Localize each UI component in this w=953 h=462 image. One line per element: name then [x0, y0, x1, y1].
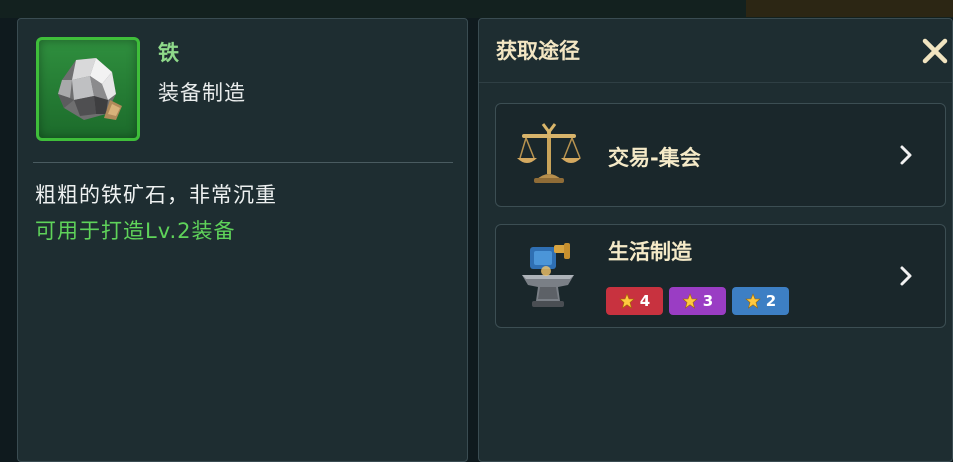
- item-name: 铁: [158, 41, 179, 65]
- badge-count: 4: [639, 292, 651, 310]
- iron-ore-icon: [58, 58, 122, 120]
- panel-title: 获取途径: [496, 39, 580, 63]
- star-icon: [681, 293, 698, 309]
- anvil-icon: [522, 243, 574, 307]
- source-label: 交易-集会: [608, 146, 701, 170]
- scales-icon: [517, 123, 581, 183]
- chevron-right-icon: [900, 266, 912, 286]
- badge-count: 2: [765, 292, 777, 310]
- background-top-bar: [746, 0, 953, 17]
- item-detail-panel: 铁 装备制造 粗粗的铁矿石，非常沉重 可用于打造Lv.2装备: [17, 18, 468, 462]
- source-trade-market[interactable]: 交易-集会: [495, 103, 946, 207]
- star-badge: 4: [606, 287, 663, 315]
- star-icon: [618, 293, 635, 309]
- recipe-star-badges: 4 3 2: [606, 287, 789, 315]
- source-label: 生活制造: [608, 240, 692, 264]
- badge-count: 3: [702, 292, 714, 310]
- star-icon: [744, 293, 761, 309]
- star-badge: 3: [669, 287, 726, 315]
- source-life-crafting[interactable]: 生活制造 4 3 2: [495, 224, 946, 328]
- item-category: 装备制造: [158, 81, 246, 105]
- item-description: 粗粗的铁矿石，非常沉重: [35, 183, 277, 207]
- title-divider: [479, 82, 952, 83]
- close-icon[interactable]: [920, 36, 950, 66]
- item-usage: 可用于打造Lv.2装备: [35, 219, 236, 243]
- acquire-panel: 获取途径 交易-集会 生活制造 4 3 2: [478, 18, 953, 462]
- chevron-right-icon: [900, 145, 912, 165]
- item-icon-frame: [36, 37, 140, 141]
- divider: [33, 162, 453, 163]
- star-badge: 2: [732, 287, 789, 315]
